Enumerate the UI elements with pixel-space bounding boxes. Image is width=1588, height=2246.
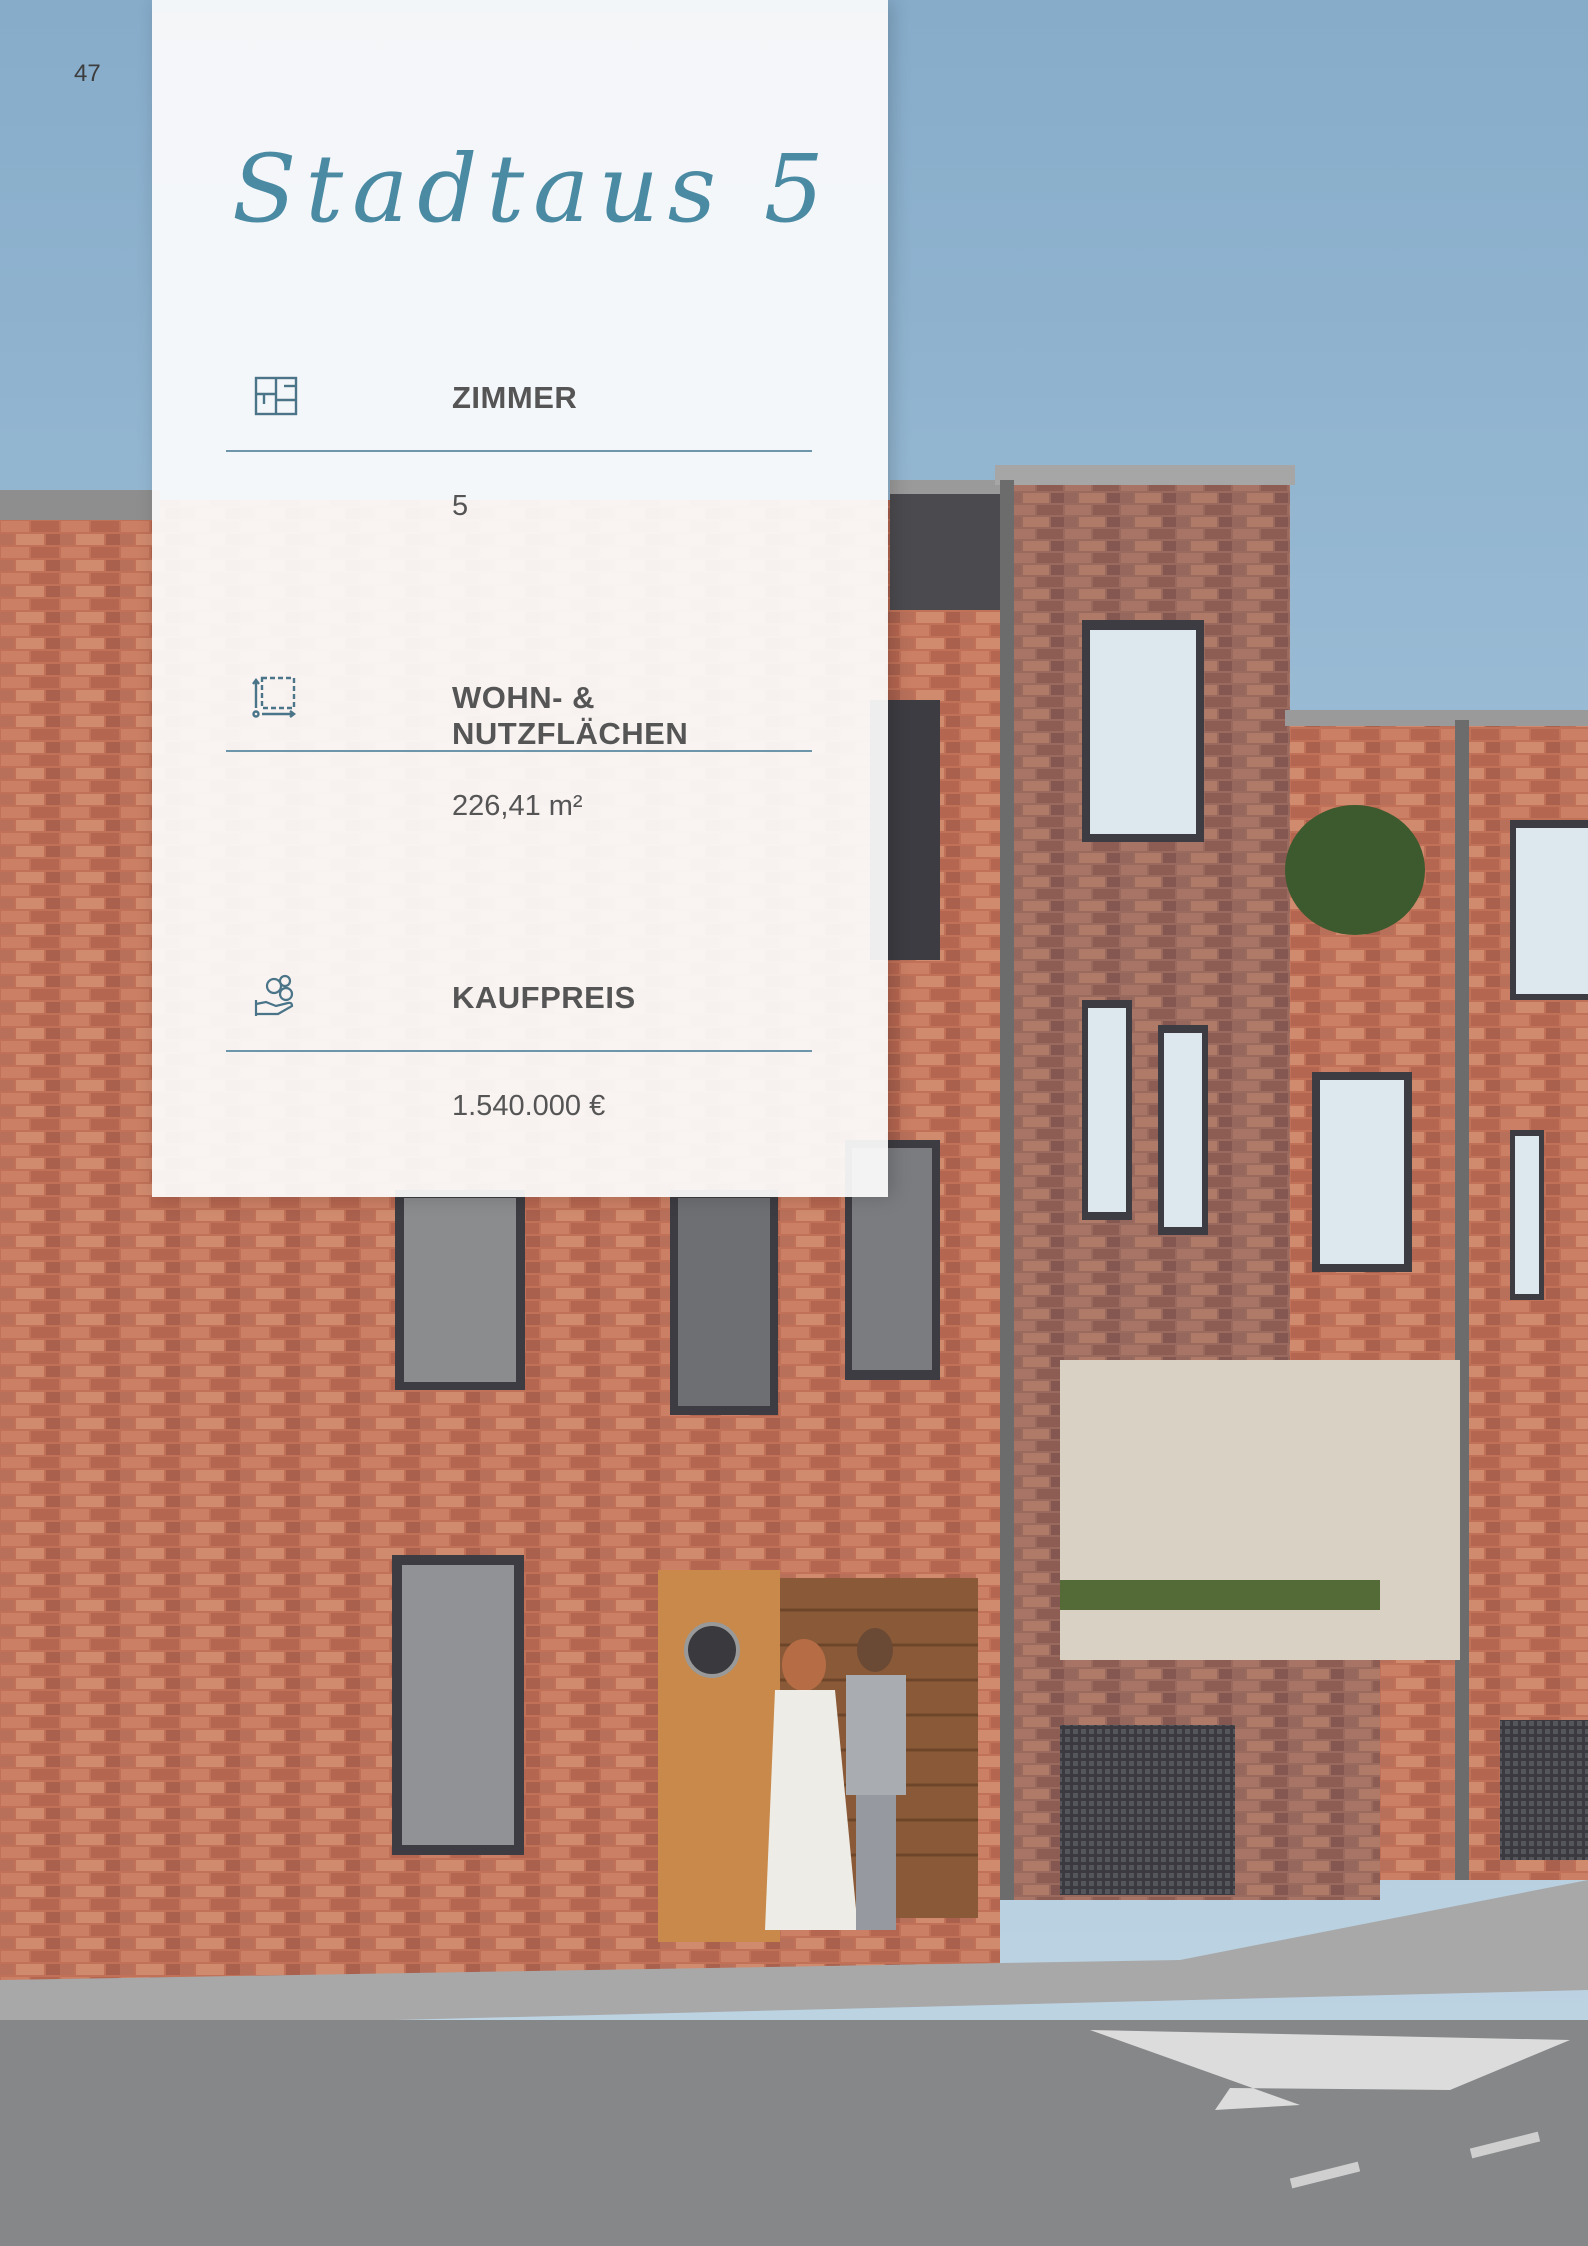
feature-row-rooms: ZIMMER 5 — [226, 350, 812, 522]
page-number: 47 — [74, 60, 101, 87]
feature-value-rooms: 5 — [452, 490, 469, 522]
price-hand-coins-icon — [254, 974, 294, 1016]
feature-row-area: WOHN- & NUTZFLÄCHEN 226,41 m² — [226, 650, 812, 822]
feature-value-area: 226,41 m² — [452, 790, 583, 822]
page-title: Stadtaus 5 — [232, 135, 833, 244]
feature-value-price: 1.540.000 € — [452, 1090, 606, 1122]
property-info-panel: Stadtaus 5 ZIMMER 5 WOHN- & NUTZFLÄCHEN … — [152, 0, 888, 1197]
floor-plan-icon — [254, 376, 298, 416]
feature-label-price: KAUFPREIS — [452, 980, 636, 1015]
feature-row-price: KAUFPREIS 1.540.000 € — [226, 950, 812, 1122]
feature-label-rooms: ZIMMER — [452, 380, 578, 415]
area-measure-icon — [252, 676, 296, 718]
feature-label-area: WOHN- & NUTZFLÄCHEN — [452, 680, 689, 751]
